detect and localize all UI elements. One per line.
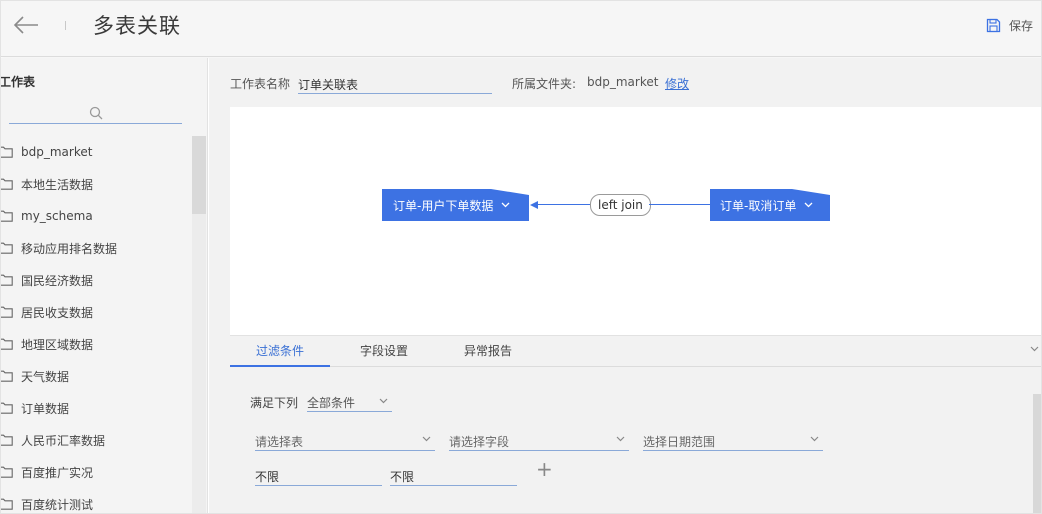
sidebar-item-label: 国民经济数据 xyxy=(21,273,94,288)
sidebar-item-label: 人民币汇率数据 xyxy=(21,433,106,448)
select-table-placeholder: 请选择表 xyxy=(255,435,304,449)
chevron-down-icon xyxy=(616,436,625,442)
node-notch xyxy=(491,189,529,195)
chevron-down-icon xyxy=(810,436,819,442)
search-icon xyxy=(89,106,103,120)
right-node-label: 订单-取消订单 xyxy=(720,198,797,213)
sidebar-item-label: my_schema xyxy=(21,209,93,223)
filter-panel: 满足下列 全部条件 请选择表 请选择字段 选择日期范围 不限 不限 + xyxy=(230,368,1041,513)
sidebar-item-folder[interactable]: 地理区域数据 xyxy=(1,328,191,360)
tab-fields[interactable]: 字段设置 xyxy=(344,336,424,367)
sidebar-item-folder[interactable]: 订单数据 xyxy=(1,392,191,424)
range-to-input[interactable]: 不限 xyxy=(390,463,517,486)
join-line-right xyxy=(649,204,710,205)
folder-icon xyxy=(1,274,13,286)
folder-icon xyxy=(1,242,13,254)
folder-icon xyxy=(1,210,13,222)
folder-label: 所属文件夹: xyxy=(512,77,577,91)
sidebar-item-folder[interactable]: 移动应用排名数据 xyxy=(1,232,191,264)
worksheet-name-input[interactable]: 订单关联表 xyxy=(298,72,492,94)
folder-icon xyxy=(1,434,13,446)
join-type-badge[interactable]: left join xyxy=(590,194,651,216)
sidebar-title: 工作表 xyxy=(1,75,36,89)
node-notch xyxy=(792,189,830,195)
folder-edit-link[interactable]: 修改 xyxy=(665,75,689,92)
sidebar-item-folder[interactable]: 居民收支数据 xyxy=(1,296,191,328)
tab-error-report[interactable]: 异常报告 xyxy=(448,336,528,367)
select-table-dropdown[interactable]: 请选择表 xyxy=(255,428,435,451)
sidebar-item-folder[interactable]: bdp_market xyxy=(1,136,191,168)
sidebar-item-label: 百度统计测试 xyxy=(21,497,94,512)
worksheet-name-label: 工作表名称 xyxy=(230,77,291,91)
sidebar-item-label: bdp_market xyxy=(21,145,93,159)
sidebar-item-folder[interactable]: 百度推广实况 xyxy=(1,456,191,488)
join-line-left xyxy=(538,204,591,205)
sidebar-item-label: 居民收支数据 xyxy=(21,305,94,320)
collapse-chevron-icon[interactable] xyxy=(1030,346,1039,352)
bottom-tabs: 过滤条件 字段设置 异常报告 xyxy=(230,336,1041,367)
select-field-placeholder: 请选择字段 xyxy=(449,435,510,449)
sidebar-item-folder[interactable]: 本地生活数据 xyxy=(1,168,191,200)
folder-value: bdp_market xyxy=(587,75,659,89)
folder-icon xyxy=(1,402,13,414)
top-header: 多表关联 保存 xyxy=(1,1,1041,57)
sidebar-item-label: 移动应用排名数据 xyxy=(21,241,118,256)
header-divider xyxy=(65,21,66,30)
chevron-down-icon xyxy=(804,202,813,208)
folder-icon xyxy=(1,466,13,478)
condition-select[interactable]: 全部条件 xyxy=(307,390,392,412)
folder-list: bdp_market 本地生活数据 my_schema 移动应用排名数据 国民经… xyxy=(1,136,191,513)
folder-icon xyxy=(1,146,13,158)
filter-scrollbar[interactable] xyxy=(1033,394,1041,513)
sidebar-item-label: 百度推广实况 xyxy=(21,465,94,480)
save-icon xyxy=(986,18,1001,32)
folder-icon xyxy=(1,178,13,190)
app-window: 多表关联 保存 工作表 bdp_market 本地生活数据 my_schema … xyxy=(0,0,1042,514)
chevron-down-icon xyxy=(422,436,431,442)
tab-filter[interactable]: 过滤条件 xyxy=(230,336,330,367)
main-panel: 工作表名称 订单关联表 所属文件夹: bdp_market 修改 订单-用户下单… xyxy=(209,58,1041,513)
sidebar-item-label: 地理区域数据 xyxy=(21,337,94,352)
folder-icon xyxy=(1,306,13,318)
sidebar-item-folder[interactable]: 百度统计测试 xyxy=(1,488,191,513)
chevron-down-icon xyxy=(379,398,388,404)
range-from-input[interactable]: 不限 xyxy=(255,463,382,486)
join-canvas: 订单-用户下单数据 left join 订单-取消订单 xyxy=(230,107,1041,335)
condition-label: 满足下列 xyxy=(250,396,299,410)
chevron-down-icon xyxy=(501,202,510,208)
sidebar-item-label: 本地生活数据 xyxy=(21,177,94,192)
save-label: 保存 xyxy=(1008,18,1033,33)
back-arrow-icon[interactable] xyxy=(11,13,41,37)
folder-icon xyxy=(1,498,13,510)
select-field-dropdown[interactable]: 请选择字段 xyxy=(449,428,629,451)
sidebar-item-folder[interactable]: 人民币汇率数据 xyxy=(1,424,191,456)
select-date-range-dropdown[interactable]: 选择日期范围 xyxy=(643,428,823,451)
left-node-label: 订单-用户下单数据 xyxy=(393,198,494,213)
sidebar-item-label: 订单数据 xyxy=(21,401,70,416)
sidebar-item-label: 天气数据 xyxy=(21,369,70,384)
folder-icon xyxy=(1,338,13,350)
save-button[interactable]: 保存 xyxy=(986,15,1033,35)
sidebar-scroll-thumb[interactable] xyxy=(192,136,206,214)
left-table-node[interactable]: 订单-用户下单数据 xyxy=(382,189,529,221)
folder-icon xyxy=(1,370,13,382)
sidebar-search-input[interactable] xyxy=(9,102,182,124)
add-condition-button[interactable]: + xyxy=(536,457,553,481)
select-date-placeholder: 选择日期范围 xyxy=(643,435,716,449)
sidebar-item-folder[interactable]: 国民经济数据 xyxy=(1,264,191,296)
sidebar-item-folder[interactable]: my_schema xyxy=(1,200,191,232)
worksheet-sidebar: 工作表 bdp_market 本地生活数据 my_schema 移动应用排名数据… xyxy=(1,58,208,513)
arrow-left-icon xyxy=(530,201,538,209)
condition-select-value: 全部条件 xyxy=(307,396,356,410)
page-title: 多表关联 xyxy=(93,14,181,38)
right-table-node[interactable]: 订单-取消订单 xyxy=(710,189,830,221)
sidebar-item-folder[interactable]: 天气数据 xyxy=(1,360,191,392)
